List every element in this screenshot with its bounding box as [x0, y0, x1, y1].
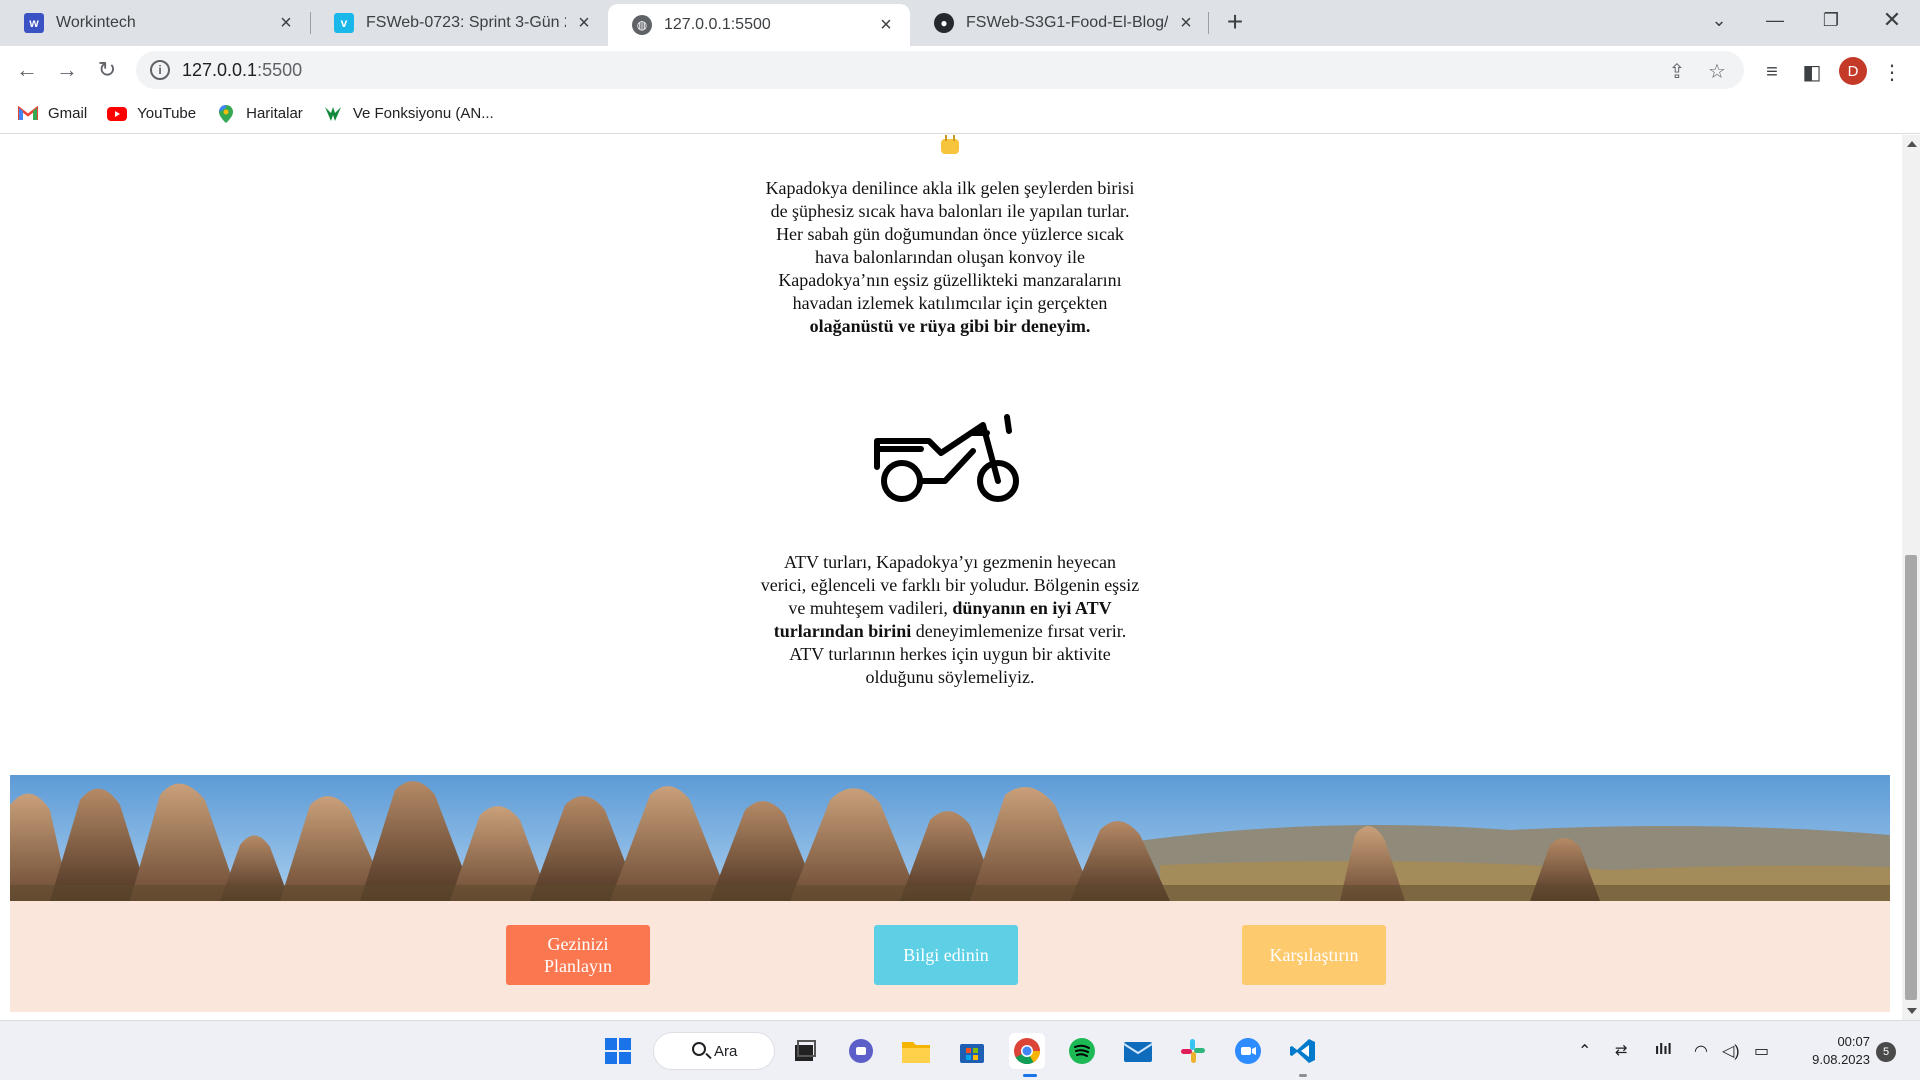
- system-clock[interactable]: 00:07 9.08.2023: [1790, 1033, 1870, 1069]
- url-host: 127.0.0.1: [182, 59, 258, 80]
- green-logo-icon: [323, 106, 343, 122]
- show-hidden-icons-chevron-icon[interactable]: ⌃: [1578, 1041, 1591, 1061]
- get-info-button[interactable]: Bilgi edinin: [874, 925, 1018, 985]
- tab-divider: [1208, 12, 1209, 34]
- volume-icon[interactable]: ◁): [1722, 1041, 1740, 1061]
- globe-icon: ◍: [632, 15, 652, 35]
- restore-icon[interactable]: ❐: [1803, 0, 1859, 40]
- balloon-text: Kapadokya denilince akla ilk gelen şeyle…: [765, 178, 1135, 313]
- windows-start-icon[interactable]: [600, 1033, 636, 1069]
- url-text[interactable]: 127.0.0.1:5500: [182, 60, 302, 81]
- side-panel-icon[interactable]: ◧: [1800, 60, 1824, 84]
- new-tab-button[interactable]: +: [1220, 8, 1250, 38]
- taskbar-search[interactable]: Ara: [653, 1032, 775, 1070]
- browser-tab-strip: w Workintech × v FSWeb-0723: Sprint 3-Gü…: [0, 0, 1920, 46]
- plan-trip-button[interactable]: Gezinizi Planlayın: [506, 925, 650, 985]
- cta-band: Gezinizi Planlayın Bilgi edinin Karşılaş…: [10, 901, 1890, 1012]
- tab-workintech[interactable]: w Workintech ×: [0, 0, 310, 46]
- running-indicator: [1299, 1074, 1307, 1077]
- close-window-icon[interactable]: ✕: [1864, 0, 1920, 40]
- meet-now-icon[interactable]: ılıl: [1655, 1041, 1672, 1058]
- microsoft-store-icon[interactable]: [954, 1033, 990, 1069]
- search-label: Ara: [714, 1042, 738, 1060]
- close-icon[interactable]: ×: [574, 12, 594, 34]
- balloon-tour-paragraph: Kapadokya denilince akla ilk gelen şeyle…: [760, 177, 1140, 338]
- tab-title: FSWeb-S3G1-Food-El-Blog/index: [966, 14, 1168, 31]
- bookmark-label: Haritalar: [246, 105, 303, 122]
- mail-icon[interactable]: [1120, 1033, 1156, 1069]
- spotify-icon[interactable]: [1064, 1033, 1100, 1069]
- tab-title: FSWeb-0723: Sprint 3-Gün 2 Etüt: [366, 14, 566, 31]
- bookmarks-bar: Gmail YouTube Haritalar Ve Fonksiyonu (A…: [0, 94, 1920, 134]
- bookmark-haritalar[interactable]: Haritalar: [216, 104, 303, 123]
- bookmark-ve-fonksiyonu[interactable]: Ve Fonksiyonu (AN...: [323, 105, 494, 122]
- tab-fsweb-sprint[interactable]: v FSWeb-0723: Sprint 3-Gün 2 Etüt ×: [310, 0, 608, 46]
- notification-badge[interactable]: 5: [1876, 1042, 1896, 1062]
- browser-toolbar: ← → ↻ i 127.0.0.1:5500 ⇪ ☆ ≡ ◧ D ⋮: [0, 46, 1920, 94]
- windows-taskbar: Ara ⌃ ⇄ ılıl ◠ ◁) ▭ 00:07 9.08.2023 5: [0, 1020, 1920, 1080]
- more-menu-icon[interactable]: ⋮: [1880, 60, 1904, 84]
- minimize-icon[interactable]: —: [1747, 0, 1803, 40]
- tab-title: 127.0.0.1:5500: [664, 16, 771, 33]
- usb-sync-icon[interactable]: ⇄: [1615, 1041, 1628, 1059]
- clock-date: 9.08.2023: [1812, 1052, 1870, 1067]
- scroll-thumb[interactable]: [1905, 555, 1917, 1000]
- tab-search-chevron-icon[interactable]: ⌄: [1691, 0, 1747, 40]
- atv-motorcycle-icon: [874, 414, 1019, 502]
- teams-chat-icon[interactable]: [843, 1033, 879, 1069]
- bookmark-gmail[interactable]: Gmail: [18, 105, 87, 122]
- cappadocia-landscape-image: [10, 775, 1890, 901]
- chrome-icon[interactable]: [1009, 1033, 1045, 1069]
- gmail-icon: [18, 106, 38, 122]
- battery-icon[interactable]: ▭: [1754, 1041, 1769, 1061]
- back-arrow-icon[interactable]: ←: [11, 54, 43, 86]
- zoom-icon[interactable]: [1230, 1033, 1266, 1069]
- bookmark-label: Ve Fonksiyonu (AN...: [352, 105, 494, 122]
- tab-github[interactable]: ● FSWeb-S3G1-Food-El-Blog/index ×: [910, 0, 1210, 46]
- page-scrollbar[interactable]: [1902, 135, 1920, 1020]
- close-icon[interactable]: ×: [876, 14, 896, 36]
- site-info-icon[interactable]: i: [150, 60, 170, 80]
- reload-icon[interactable]: ↻: [91, 54, 123, 86]
- balloon-icon: [941, 135, 959, 154]
- page-viewport: Kapadokya denilince akla ilk gelen şeyle…: [0, 135, 1902, 1020]
- file-explorer-icon[interactable]: [898, 1033, 934, 1069]
- forward-arrow-icon[interactable]: →: [51, 54, 83, 86]
- tab-localhost[interactable]: ◍ 127.0.0.1:5500 ×: [608, 4, 910, 46]
- tab-title: Workintech: [56, 14, 136, 31]
- maps-icon: [216, 104, 236, 123]
- balloon-bold-text: olağanüstü ve rüya gibi bir deneyim.: [809, 316, 1091, 336]
- compare-button[interactable]: Karşılaştırın: [1242, 925, 1386, 985]
- workintech-icon: w: [24, 13, 44, 33]
- clock-time: 00:07: [1837, 1034, 1870, 1049]
- reading-list-icon[interactable]: ≡: [1760, 60, 1784, 84]
- bookmark-label: YouTube: [137, 105, 197, 122]
- search-icon: [692, 1042, 706, 1056]
- slack-icon[interactable]: [1175, 1033, 1211, 1069]
- bookmark-star-icon[interactable]: ☆: [1706, 60, 1728, 83]
- running-indicator: [1023, 1074, 1037, 1077]
- vimeo-icon: v: [334, 13, 354, 33]
- atv-tour-paragraph: ATV turları, Kapadokya’yı gezmenin heyec…: [760, 551, 1140, 689]
- scroll-up-icon[interactable]: [1907, 141, 1917, 147]
- close-icon[interactable]: ×: [276, 12, 296, 34]
- vscode-icon[interactable]: [1285, 1033, 1321, 1069]
- bookmark-label: Gmail: [48, 105, 88, 122]
- url-port: :5500: [257, 59, 303, 80]
- scroll-down-icon[interactable]: [1907, 1008, 1917, 1014]
- bookmark-youtube[interactable]: YouTube: [107, 105, 196, 122]
- wifi-icon[interactable]: ◠: [1694, 1041, 1708, 1061]
- youtube-icon: [107, 106, 128, 122]
- github-icon: ●: [934, 13, 954, 33]
- profile-avatar[interactable]: D: [1839, 57, 1867, 85]
- task-view-icon[interactable]: [787, 1033, 823, 1069]
- address-bar[interactable]: i 127.0.0.1:5500 ⇪ ☆: [136, 51, 1744, 89]
- close-icon[interactable]: ×: [1176, 12, 1196, 34]
- share-icon[interactable]: ⇪: [1666, 60, 1688, 83]
